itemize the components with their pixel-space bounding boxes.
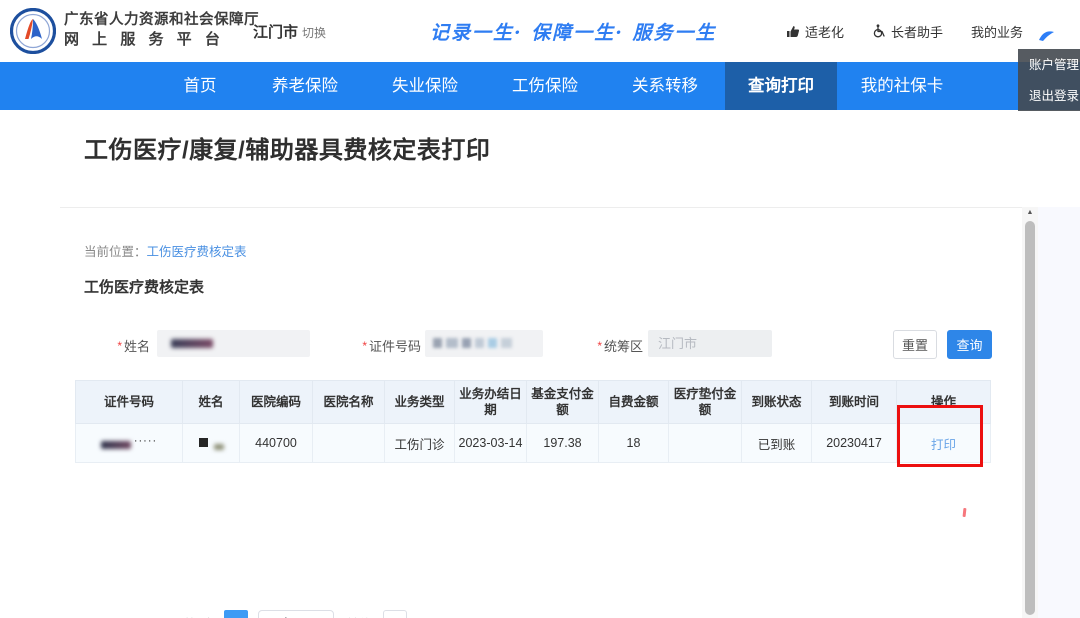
page-title: 工伤医疗/康复/辅助器具费核定表打印 (84, 130, 490, 165)
col-finish-date: 业务办结日期 (455, 381, 527, 424)
top-header: 广东省人力资源和社会保障厅 网 上 服 务 平 台 江门市 切换 记录一生· 保… (0, 0, 1080, 62)
nav-item-unemployment[interactable]: 失业保险 (365, 62, 485, 110)
required-mark: * (117, 339, 122, 353)
main-nav: 首页 养老保险 失业保险 工伤保险 关系转移 查询打印 我的社保卡 (0, 62, 1080, 110)
elder-helper-button[interactable]: 长者助手 (872, 22, 943, 41)
cell-self-amount: 18 (599, 424, 669, 463)
required-mark: * (362, 339, 367, 353)
cell-advance-amount (669, 424, 742, 463)
col-business-type: 业务类型 (385, 381, 455, 424)
cell-hospital-name (313, 424, 385, 463)
table-header-row: 证件号码 姓名 医院编码 医院名称 业务类型 业务办结日期 基金支付金额 自费金… (76, 381, 991, 424)
region-input: 江门市 (648, 330, 772, 357)
cell-business-type: 工伤门诊 (385, 424, 455, 463)
app-window: 广东省人力资源和社会保障厅 网 上 服 务 平 台 江门市 切换 记录一生· 保… (0, 0, 1080, 618)
section-title: 工伤医疗费核定表 (84, 276, 204, 297)
menu-item-logout[interactable]: 退出登录 (1018, 82, 1080, 110)
menu-item-account[interactable]: 账户管理 (1018, 51, 1080, 79)
scrollbar-thumb[interactable] (1025, 221, 1035, 615)
my-business-button[interactable]: 我的业务 (971, 22, 1023, 41)
elder-mode-button[interactable]: 适老化 (786, 22, 844, 41)
nav-item-social-card[interactable]: 我的社保卡 (837, 62, 967, 110)
cell-arrival-status: 已到账 (742, 424, 812, 463)
print-link[interactable]: 打印 (931, 438, 956, 452)
breadcrumb-label: 当前位置： (84, 245, 147, 259)
nav-items: 首页 养老保险 失业保险 工伤保险 关系转移 查询打印 我的社保卡 (155, 62, 967, 110)
masked-id-cell (101, 441, 131, 449)
goto-unit-label: 页 (415, 614, 428, 618)
masked-id-value (433, 338, 512, 348)
results-table: 证件号码 姓名 医院编码 医院名称 业务类型 业务办结日期 基金支付金额 自费金… (75, 380, 991, 463)
scrollbar[interactable]: ▲ (1022, 207, 1038, 618)
cell-action: 打印 (897, 424, 991, 463)
cell-arrival-time: 20230417 (812, 424, 897, 463)
masked-name-value (171, 339, 213, 348)
breadcrumb-link[interactable]: 工伤医疗费核定表 (147, 245, 247, 259)
gov-logo-icon (10, 8, 56, 54)
id-number-input[interactable] (425, 330, 543, 357)
pagination-total: 共1条 (183, 614, 216, 618)
right-gutter (1038, 207, 1080, 618)
name-field-label: *姓名 (60, 336, 150, 355)
col-action: 操作 (897, 381, 991, 424)
col-self-amount: 自费金额 (599, 381, 669, 424)
cell-fund-amount: 197.38 (527, 424, 599, 463)
col-id: 证件号码 (76, 381, 183, 424)
required-mark: * (597, 339, 602, 353)
col-fund-amount: 基金支付金额 (527, 381, 599, 424)
pagination-page-1-button[interactable]: 1 (224, 610, 248, 618)
goto-page-input[interactable]: 1 (383, 610, 407, 618)
site-title: 广东省人力资源和社会保障厅 网 上 服 务 平 台 (64, 10, 259, 50)
pagination: 共1条 1 10条/页 前往 1 页 (0, 608, 1080, 618)
col-hospital-code: 医院编码 (240, 381, 313, 424)
goto-label: 前往 (346, 614, 372, 618)
col-arrival-time: 到账时间 (812, 381, 897, 424)
header-links: 适老化 长者助手 我的业务 (786, 0, 1023, 62)
region-field-label: *统筹区 (545, 336, 643, 355)
switch-city-link[interactable]: 切换 (302, 24, 326, 41)
reset-button[interactable]: 重置 (893, 330, 937, 359)
page-size-select[interactable]: 10条/页 (258, 610, 334, 618)
site-slogan: 记录一生· 保障一生· 服务一生 (430, 18, 710, 45)
nav-item-transfer[interactable]: 关系转移 (605, 62, 725, 110)
org-name: 广东省人力资源和社会保障厅 (64, 10, 259, 30)
nav-item-pension[interactable]: 养老保险 (245, 62, 365, 110)
cell-name (183, 424, 240, 463)
current-city: 江门市 (253, 21, 298, 42)
breadcrumb: 当前位置：工伤医疗费核定表 (84, 241, 247, 260)
nav-item-query-print[interactable]: 查询打印 (725, 62, 837, 110)
masked-name-cell (199, 438, 208, 447)
cell-hospital-code: 440700 (240, 424, 313, 463)
col-advance-amount: 医疗垫付金额 (669, 381, 742, 424)
elder-mode-label: 适老化 (805, 22, 844, 41)
nav-item-injury[interactable]: 工伤保险 (485, 62, 605, 110)
name-input[interactable] (157, 330, 310, 357)
platform-name: 网 上 服 务 平 台 (64, 30, 259, 50)
user-dropdown-menu: 账户管理 退出登录 (1018, 49, 1080, 111)
cell-id: ····· (76, 424, 183, 463)
assistant-cursor-icon[interactable] (1037, 28, 1057, 42)
nav-item-home[interactable]: 首页 (155, 62, 245, 110)
wheelchair-icon (872, 24, 886, 38)
col-name: 姓名 (183, 381, 240, 424)
search-button[interactable]: 查询 (947, 330, 992, 359)
cell-finish-date: 2023-03-14 (455, 424, 527, 463)
id-field-label: *证件号码 (320, 336, 421, 355)
scrollbar-up-icon[interactable]: ▲ (1022, 209, 1038, 216)
table-row: ····· 440700 工伤门诊 2023-03-14 197.38 18 已… (76, 424, 991, 463)
elder-mode-icon (786, 24, 800, 38)
col-arrival-status: 到账状态 (742, 381, 812, 424)
my-business-label: 我的业务 (971, 22, 1023, 41)
col-hospital-name: 医院名称 (313, 381, 385, 424)
elder-helper-label: 长者助手 (891, 22, 943, 41)
